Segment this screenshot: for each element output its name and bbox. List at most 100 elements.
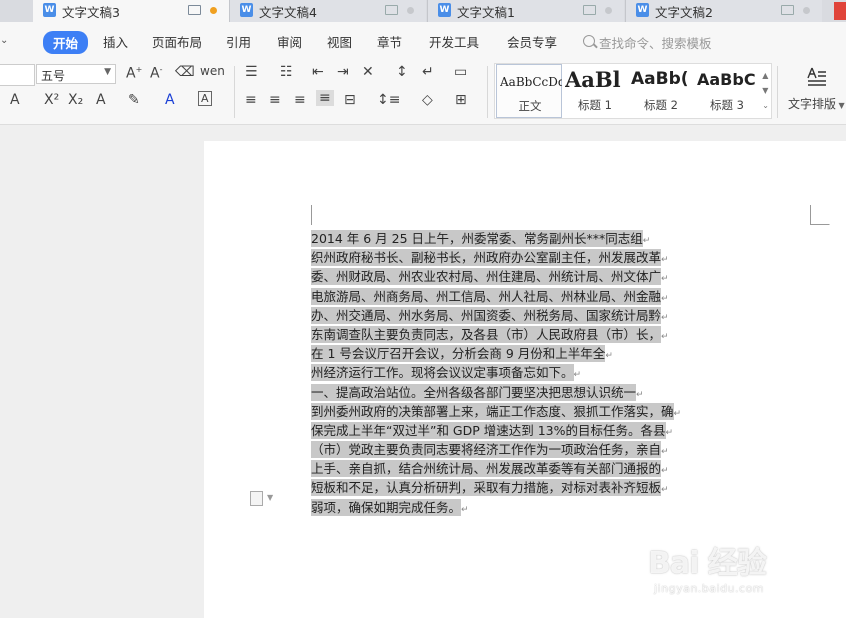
- text-typeset-icon[interactable]: [806, 66, 828, 88]
- close-dot-icon[interactable]: [407, 7, 414, 14]
- align-left-icon[interactable]: ≡: [245, 92, 257, 108]
- font-color-icon[interactable]: A: [165, 92, 175, 108]
- chinese-layout-icon[interactable]: ✕: [362, 64, 374, 80]
- distribute-icon[interactable]: ⊟: [344, 92, 356, 108]
- menu-view[interactable]: 视图: [327, 32, 352, 51]
- selected-text: 短板和不足，认真分析研判，采取有力措施，对标对表补齐短板: [311, 479, 662, 497]
- close-dot-icon[interactable]: [803, 7, 810, 14]
- wps-writer-icon: W: [43, 3, 56, 17]
- style-label: 正文: [518, 99, 542, 113]
- font-size-value: 五号: [41, 69, 66, 83]
- document-line: 委、州财政局、州农业农村局、州住建局、州统计局、州文体广↵: [311, 267, 691, 286]
- tab-label: 文字文稿4: [259, 5, 317, 20]
- menu-member[interactable]: 会员专享: [507, 32, 557, 51]
- watermark-url: jingyan.baidu.com: [654, 582, 765, 595]
- justify-icon[interactable]: ≡: [316, 90, 334, 106]
- tab-document-2[interactable]: W 文字文稿2: [626, 0, 822, 22]
- menu-page-layout[interactable]: 页面布局: [152, 32, 202, 51]
- monitor-icon[interactable]: [781, 5, 794, 15]
- grow-font-icon[interactable]: A+: [126, 65, 142, 82]
- font-size-field[interactable]: 五号 ▼: [36, 64, 116, 84]
- chevron-down-icon[interactable]: ▼: [267, 493, 273, 502]
- ruler-icon[interactable]: ▭: [454, 64, 467, 80]
- document-line: 东南调查队主要负责同志，及各县（市）人民政府县（市）长，↵: [311, 325, 691, 344]
- phonetic-guide-icon[interactable]: wen: [200, 64, 225, 78]
- menu-insert[interactable]: 插入: [103, 32, 128, 51]
- watermark-logo: Bai 经验: [648, 546, 767, 581]
- document-line: 2014 年 6 月 25 日上午，州委常委、常务副州长***同志组↵: [311, 229, 691, 248]
- document-line: 保完成上半年“双过半”和 GDP 增速达到 13%的目标任务。各县↵: [311, 421, 691, 440]
- wps-writer-icon: W: [240, 3, 253, 17]
- menu-references[interactable]: 引用: [226, 32, 251, 51]
- highlight-icon[interactable]: ✎: [128, 92, 140, 108]
- superscript-icon[interactable]: X²: [44, 92, 59, 108]
- monitor-icon[interactable]: [583, 5, 596, 15]
- align-center-icon[interactable]: ≡: [269, 92, 281, 108]
- paragraph-mark-icon: ↵: [661, 255, 669, 266]
- style-heading-2[interactable]: AaBb( 标题 2: [628, 64, 694, 118]
- monitor-icon[interactable]: [385, 5, 398, 15]
- selected-text: 到州委州政府的决策部署上来，端正工作态度、狠抓工作落实，确: [311, 402, 674, 420]
- paragraph-mark-icon: ↵: [661, 293, 669, 304]
- paragraph-mark-icon: ↵: [461, 504, 469, 515]
- search-icon[interactable]: [583, 35, 595, 47]
- menu-developer-tools[interactable]: 开发工具: [429, 32, 479, 51]
- borders-icon[interactable]: ⊞: [455, 92, 467, 108]
- style-heading-3[interactable]: AaBbC 标题 3: [694, 64, 760, 118]
- paragraph-mark-icon: ↵: [665, 427, 674, 438]
- font-name-field[interactable]: [0, 64, 35, 86]
- paragraph-mark-icon: ↵: [661, 331, 669, 342]
- document-line: 一、提高政治站位。全州各级各部门要坚决把思想认识统一↵: [311, 383, 691, 402]
- sort-icon[interactable]: ↕: [396, 64, 408, 80]
- underline-icon[interactable]: A: [10, 92, 20, 108]
- tab-label: 文字文稿2: [655, 5, 713, 20]
- selected-text: 上手、亲自抓，结合州统计局、州发展改革委等有关部门通报的: [311, 460, 662, 478]
- line-spacing-icon[interactable]: ↕≡: [377, 92, 400, 108]
- unsaved-dot-icon[interactable]: [210, 7, 217, 14]
- paragraph-mark-icon: ↵: [642, 236, 651, 246]
- close-dot-icon[interactable]: [605, 7, 612, 14]
- text-effect-icon[interactable]: A: [96, 92, 106, 108]
- command-search-input[interactable]: 查找命令、搜索模板: [599, 33, 712, 52]
- document-line: 电旅游局、州商务局、州工信局、州人社局、州林业局、州金融↵: [311, 287, 691, 306]
- tab-document-1[interactable]: W 文字文稿1: [428, 0, 624, 22]
- style-heading-1[interactable]: AaBl 标题 1: [562, 64, 628, 118]
- clear-format-icon[interactable]: ⌫: [175, 64, 195, 80]
- show-marks-icon[interactable]: ↵: [422, 64, 434, 80]
- menu-start[interactable]: 开始: [43, 31, 89, 54]
- wps-writer-icon: W: [438, 3, 451, 17]
- bullet-list-icon[interactable]: ☰: [245, 64, 258, 80]
- increase-indent-icon[interactable]: ⇥: [337, 64, 349, 80]
- numbered-list-icon[interactable]: ☷: [280, 64, 293, 80]
- char-border-icon[interactable]: A: [198, 91, 212, 106]
- document-line: 上手、亲自抓，结合州统计局、州发展改革委等有关部门通报的↵: [311, 459, 691, 478]
- menu-review[interactable]: 审阅: [277, 32, 302, 51]
- document-line: 州经济运行工作。现将会议议定事项备忘如下。↵: [311, 363, 691, 382]
- document-body[interactable]: 2014 年 6 月 25 日上午，州委常委、常务副州长***同志组↵ 织州政府秘…: [311, 229, 691, 517]
- style-normal[interactable]: AaBbCcDd 正文: [496, 64, 562, 118]
- selected-text: 2014 年 6 月 25 日上午，州委常委、常务副州长***同志组: [311, 230, 643, 247]
- style-scroll-arrows[interactable]: ▲ ▼ ⌄: [762, 68, 769, 113]
- chevron-down-icon[interactable]: ⌄: [0, 35, 8, 46]
- shrink-font-icon[interactable]: A-: [150, 65, 162, 82]
- style-label: 标题 1: [578, 98, 612, 112]
- decrease-indent-icon[interactable]: ⇤: [312, 64, 324, 80]
- paragraph-mark-icon: ↵: [661, 447, 669, 458]
- document-line: 短板和不足，认真分析研判，采取有力措施，对标对表补齐短板↵: [311, 478, 691, 497]
- chevron-down-icon[interactable]: ▼: [104, 67, 111, 77]
- menu-chapter[interactable]: 章节: [377, 32, 402, 51]
- tab-document-4[interactable]: W 文字文稿4: [230, 0, 426, 22]
- tab-document-3[interactable]: W 文字文稿3: [33, 0, 229, 22]
- selected-text: 州经济运行工作。现将会议议定事项备忘如下。: [311, 364, 574, 382]
- align-right-icon[interactable]: ≡: [294, 92, 306, 108]
- monitor-icon[interactable]: [188, 5, 201, 15]
- paragraph-mark-icon: ↵: [661, 466, 669, 477]
- shading-icon[interactable]: ◇: [422, 92, 433, 108]
- document-paragraph-icon[interactable]: [250, 491, 263, 506]
- text-typeset-button[interactable]: 文字排版 ▼: [788, 95, 845, 112]
- pdf-tab-icon[interactable]: [834, 2, 846, 20]
- subscript-icon[interactable]: X₂: [68, 92, 83, 108]
- selected-text: 东南调查队主要负责同志，及各县（市）人民政府县（市）长，: [311, 325, 662, 343]
- paragraph-mark-icon: ↵: [661, 274, 669, 285]
- paragraph-mark-icon: ↵: [673, 408, 682, 419]
